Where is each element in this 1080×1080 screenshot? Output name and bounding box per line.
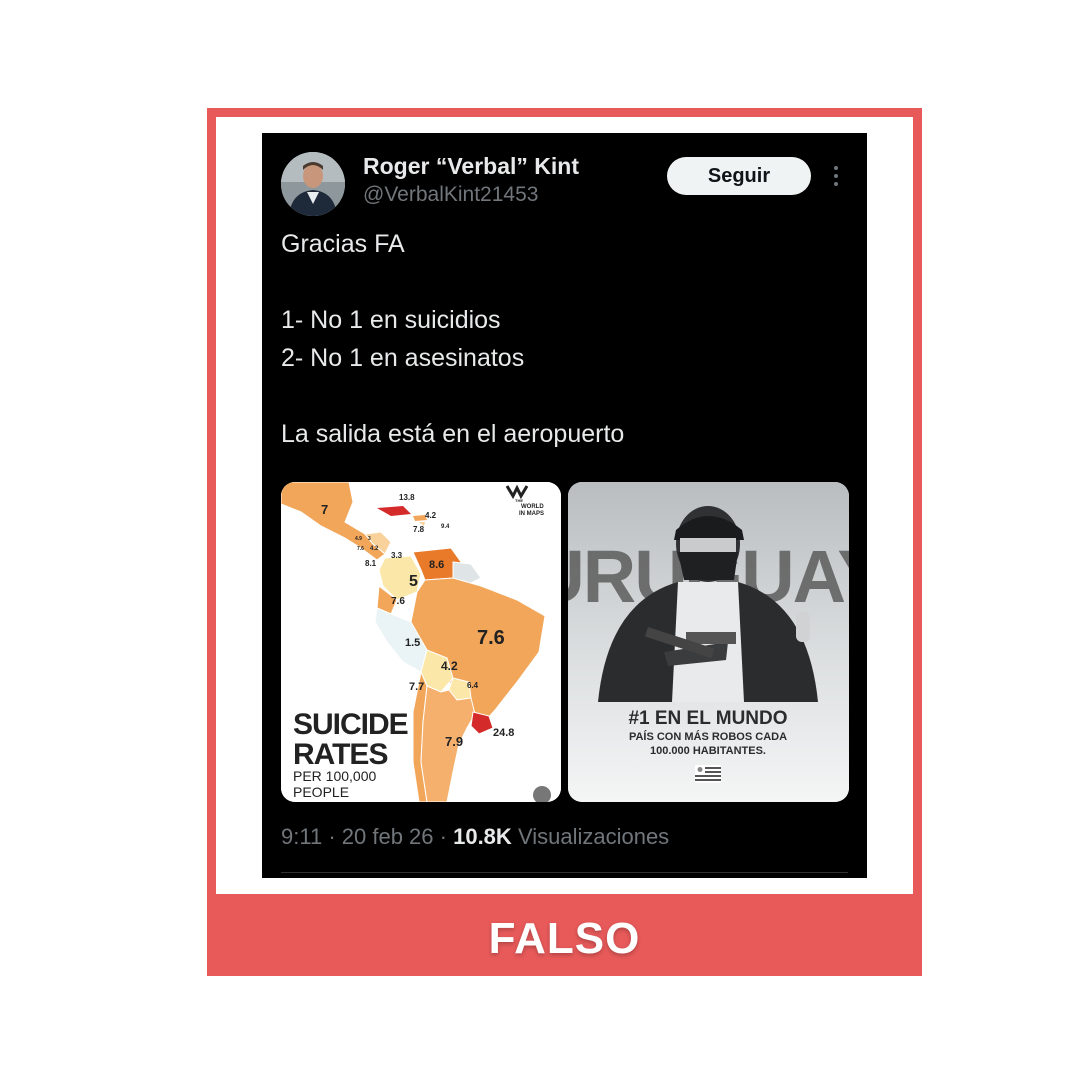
map-title-line-2: RATES xyxy=(293,738,387,771)
views-label: Visualizaciones xyxy=(517,824,670,849)
map-value-label: 7.8 xyxy=(413,525,425,534)
tweet-time[interactable]: 9:11 xyxy=(281,824,322,849)
map-value-label: 7.6 xyxy=(391,596,405,607)
map-value-label: 9.4 xyxy=(441,524,450,530)
map-value-label: 1.5 xyxy=(405,637,420,649)
subheadline-line-2: 100.000 HABITANTES. xyxy=(650,745,766,757)
tweet-text-line-3: 2- No 1 en asesinatos xyxy=(281,344,525,372)
map-value-label: 4.9 xyxy=(355,536,362,542)
uruguay-flag-icon xyxy=(695,765,721,783)
map-value-label: 3.3 xyxy=(391,551,403,560)
map-value-label: 7.6 xyxy=(477,627,505,649)
map-value-label: 7.7 xyxy=(409,681,424,693)
verdict-bar: FALSO xyxy=(207,902,922,976)
divider xyxy=(281,872,848,873)
fact-check-frame: Roger “Verbal” Kint @VerbalKint21453 Seg… xyxy=(207,108,922,976)
author-handle[interactable]: @VerbalKint21453 xyxy=(363,183,538,207)
map-subtitle-line-1: PER 100,000 xyxy=(293,768,376,784)
map-value-label: 3 xyxy=(368,536,371,542)
map-title-line-1: SUICIDE xyxy=(293,708,408,741)
logo-line-1: THE xyxy=(515,498,523,503)
headline: #1 EN EL MUNDO xyxy=(628,708,787,729)
map-value-label: 7.9 xyxy=(445,734,463,749)
avatar[interactable] xyxy=(281,152,345,216)
map-value-label: 5 xyxy=(409,573,418,590)
map-value-label: 6.4 xyxy=(467,681,479,690)
media-suicide-map[interactable]: THE WORLD IN MAPS 13.8 7 4.2 7.8 9.4 4.9 3 7.6 4… xyxy=(281,482,561,802)
verdict-label: FALSO xyxy=(488,914,641,963)
tweet-text-line-4: La salida está en el aeropuerto xyxy=(281,420,625,448)
map-value-label: 8.1 xyxy=(365,559,377,568)
meta-separator: · xyxy=(328,824,336,849)
author-name[interactable]: Roger “Verbal” Kint xyxy=(363,153,579,180)
subheadline-line-1: PAÍS CON MÁS ROBOS CADA xyxy=(629,730,787,743)
map-value-label: 7.6 xyxy=(357,546,364,552)
tweet-text-line-1: Gracias FA xyxy=(281,230,405,258)
map-value-label: 4.2 xyxy=(425,511,437,520)
more-options-icon[interactable] xyxy=(828,161,844,191)
tweet-card: Roger “Verbal” Kint @VerbalKint21453 Seg… xyxy=(262,133,867,878)
map-value-label: 7 xyxy=(321,502,328,517)
map-subtitle-line-2: PEOPLE xyxy=(293,784,349,800)
follow-button[interactable]: Seguir xyxy=(667,157,811,195)
map-value-label: 8.6 xyxy=(429,559,444,571)
media-robbery-graphic[interactable]: URUGUAY #1 EN EL MUNDO PAÍS CON MÁS ROBO… xyxy=(568,482,849,802)
map-value-label: 24.8 xyxy=(493,727,514,739)
view-count: 10.8K xyxy=(453,824,512,849)
map-value-label: 13.8 xyxy=(399,493,415,502)
tweet-date[interactable]: 20 feb 26 xyxy=(342,824,434,849)
meta-separator: · xyxy=(439,824,447,849)
map-value-label: 4.2 xyxy=(441,659,458,673)
screenshot-container: Roger “Verbal” Kint @VerbalKint21453 Seg… xyxy=(216,117,913,894)
logo-line-3: IN MAPS xyxy=(519,511,544,517)
map-value-label: 4.2 xyxy=(370,546,379,552)
tweet-meta: 9:11 · 20 feb 26 · 10.8K Visualizaciones xyxy=(281,824,669,850)
logo-line-2: WORLD xyxy=(521,504,544,510)
tweet-text-line-2: 1- No 1 en suicidios xyxy=(281,306,501,334)
